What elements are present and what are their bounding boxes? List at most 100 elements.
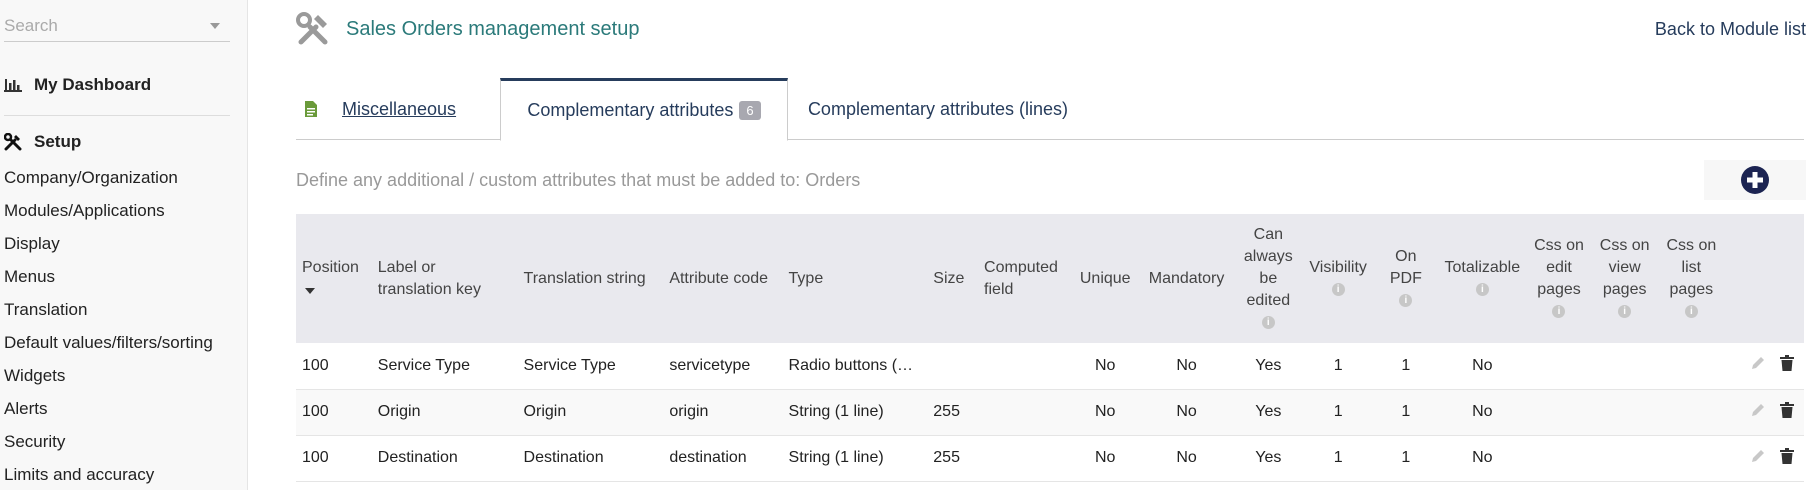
sidebar-item-company[interactable]: Company/Organization bbox=[4, 166, 213, 199]
sidebar-item-security[interactable]: Security bbox=[4, 430, 213, 463]
sidebar-item-my-dashboard[interactable]: My Dashboard bbox=[4, 75, 151, 95]
info-icon: i bbox=[1261, 315, 1275, 329]
tools-icon bbox=[296, 12, 328, 45]
delete-trash-icon[interactable] bbox=[1780, 401, 1794, 423]
sidebar-divider bbox=[4, 115, 230, 116]
col-totalizable[interactable]: Totalizable i bbox=[1439, 214, 1527, 343]
cell-position: 100 bbox=[296, 389, 372, 436]
cell-label: Service Type bbox=[371, 343, 518, 390]
col-always-edit[interactable]: Can always be edited i bbox=[1233, 214, 1303, 343]
cell-css-edit bbox=[1526, 435, 1592, 482]
cell-position: 100 bbox=[296, 343, 372, 390]
sidebar-item-label: My Dashboard bbox=[34, 75, 152, 94]
chevron-down-icon[interactable] bbox=[210, 22, 220, 29]
cell-code: servicetype bbox=[663, 343, 783, 390]
search-input[interactable]: Search bbox=[4, 16, 210, 36]
cell-css-view bbox=[1591, 435, 1658, 482]
cell-css-edit bbox=[1526, 343, 1592, 390]
cell-code: destination bbox=[663, 435, 783, 482]
cell-css-list bbox=[1657, 343, 1726, 390]
col-translation[interactable]: Translation string bbox=[518, 214, 664, 343]
main-content: Sales Orders management setup Back to Mo… bbox=[296, 0, 1806, 490]
col-size[interactable]: Size bbox=[927, 214, 978, 343]
col-attribute-code[interactable]: Attribute code bbox=[663, 214, 782, 343]
bar-chart-icon bbox=[4, 79, 22, 92]
cell-position: 100 bbox=[296, 435, 372, 482]
cell-always-edit: Yes bbox=[1233, 343, 1304, 390]
cell-visibility: 1 bbox=[1303, 389, 1374, 436]
info-icon: i bbox=[1475, 282, 1489, 296]
cell-label: Origin bbox=[371, 389, 518, 436]
delete-trash-icon[interactable] bbox=[1780, 355, 1794, 376]
count-badge: 6 bbox=[739, 101, 761, 120]
col-mandatory[interactable]: Mandatory bbox=[1140, 214, 1234, 343]
cell-on-pdf: 1 bbox=[1373, 389, 1439, 436]
back-to-module-list-link[interactable]: Back to Module list bbox=[1655, 19, 1806, 40]
tab-complementary-attributes-lines[interactable]: Complementary attributes (lines) bbox=[788, 78, 1088, 140]
cell-mandatory: No bbox=[1139, 435, 1234, 482]
cell-totalizable: No bbox=[1438, 435, 1527, 482]
add-attribute-button[interactable] bbox=[1704, 160, 1806, 200]
sidebar-item-display[interactable]: Display bbox=[4, 232, 213, 265]
sidebar-item-setup[interactable]: Setup bbox=[4, 132, 81, 152]
col-position[interactable]: Position bbox=[296, 214, 372, 343]
attributes-table: Position Label or translation key Transl… bbox=[296, 214, 1804, 482]
cell-css-view bbox=[1591, 389, 1658, 436]
sidebar-item-alerts[interactable]: Alerts bbox=[4, 397, 213, 430]
edit-pencil-icon[interactable] bbox=[1750, 355, 1766, 376]
cell-always-edit: Yes bbox=[1233, 435, 1304, 482]
edit-pencil-icon[interactable] bbox=[1750, 402, 1766, 423]
cell-computed bbox=[978, 389, 1071, 436]
sidebar-item-default-values[interactable]: Default values/filters/sorting bbox=[4, 331, 213, 364]
section-description: Define any additional / custom attribute… bbox=[296, 170, 861, 190]
table-row: 100 Service Type Service Type servicetyp… bbox=[296, 343, 1804, 390]
search-combobox[interactable]: Search bbox=[4, 10, 230, 42]
col-visibility[interactable]: Visibility i bbox=[1303, 214, 1373, 343]
sidebar-item-translation[interactable]: Translation bbox=[4, 298, 213, 331]
col-css-view[interactable]: Css on view pages i bbox=[1592, 214, 1658, 343]
cell-on-pdf: 1 bbox=[1373, 343, 1439, 390]
info-icon: i bbox=[1618, 304, 1632, 318]
sidebar-item-limits[interactable]: Limits and accuracy bbox=[4, 463, 213, 490]
cell-css-list bbox=[1657, 389, 1726, 436]
tab-miscellaneous[interactable]: Miscellaneous bbox=[296, 78, 500, 140]
col-label-key[interactable]: Label or translation key bbox=[372, 214, 518, 343]
col-unique[interactable]: Unique bbox=[1071, 214, 1140, 343]
cell-always-edit: Yes bbox=[1233, 389, 1304, 436]
edit-pencil-icon[interactable] bbox=[1750, 448, 1766, 469]
cell-computed bbox=[978, 435, 1071, 482]
cell-unique: No bbox=[1070, 435, 1140, 482]
col-on-pdf[interactable]: On PDF i bbox=[1373, 214, 1438, 343]
page-header: Sales Orders management setup bbox=[296, 12, 640, 46]
sort-desc-icon[interactable] bbox=[305, 287, 315, 294]
cell-actions bbox=[1725, 389, 1804, 436]
table-row: 100 Origin Origin origin String (1 line)… bbox=[296, 389, 1804, 436]
cell-css-view bbox=[1591, 343, 1658, 390]
document-icon bbox=[305, 101, 317, 117]
cell-type: String (1 line) bbox=[782, 435, 928, 482]
cell-label: Destination bbox=[371, 435, 518, 482]
sidebar-item-widgets[interactable]: Widgets bbox=[4, 364, 213, 397]
sidebar-item-modules[interactable]: Modules/Applications bbox=[4, 199, 213, 232]
cell-size: 255 bbox=[927, 389, 979, 436]
cell-actions bbox=[1725, 435, 1804, 482]
sidebar-item-menus[interactable]: Menus bbox=[4, 265, 213, 298]
table-header-row: Position Label or translation key Transl… bbox=[296, 214, 1804, 343]
cell-code: origin bbox=[663, 389, 783, 436]
col-type[interactable]: Type bbox=[783, 214, 928, 343]
cell-visibility: 1 bbox=[1303, 343, 1374, 390]
delete-trash-icon[interactable] bbox=[1780, 447, 1794, 469]
sidebar: Search My Dashboard Setup Company/Organi… bbox=[0, 0, 248, 490]
info-icon: i bbox=[1331, 282, 1345, 296]
cell-size: 255 bbox=[927, 435, 979, 482]
tools-icon bbox=[4, 133, 22, 151]
cell-unique: No bbox=[1070, 343, 1140, 390]
sidebar-item-label: Setup bbox=[34, 132, 82, 151]
col-actions bbox=[1725, 214, 1804, 343]
tab-complementary-attributes[interactable]: Complementary attributes 6 bbox=[500, 78, 788, 141]
col-css-edit[interactable]: Css on edit pages i bbox=[1526, 214, 1592, 343]
info-icon: i bbox=[1399, 293, 1413, 307]
col-computed[interactable]: Computed field bbox=[978, 214, 1071, 343]
col-css-list[interactable]: Css on list pages i bbox=[1658, 214, 1726, 343]
cell-mandatory: No bbox=[1139, 343, 1234, 390]
